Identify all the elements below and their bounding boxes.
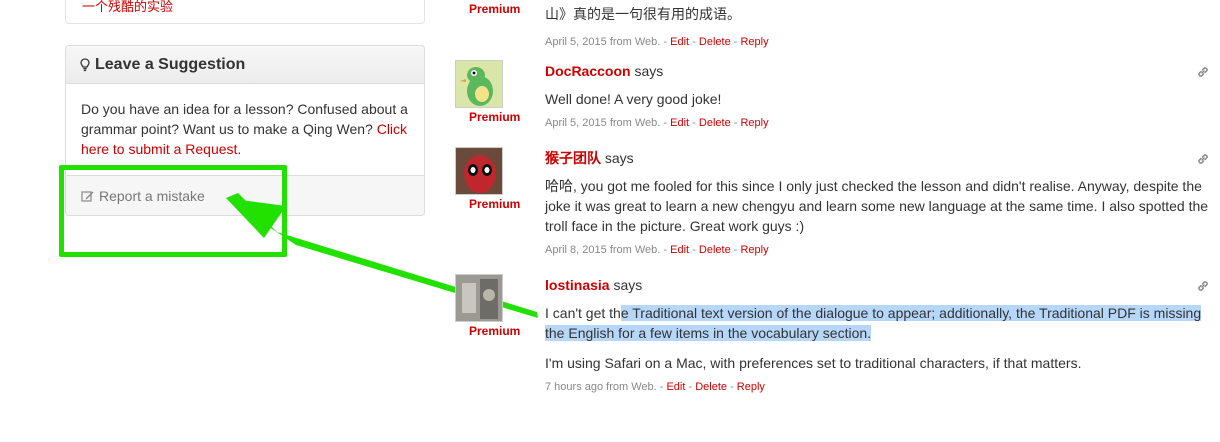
comment-text: 山》真的是一句很有用的成语。 [545, 6, 741, 22]
author-name[interactable]: 猴子团队 [545, 150, 601, 166]
comment-time: April 5, 2015 from Web. [545, 36, 661, 48]
panel-title: Leave a Suggestion [95, 55, 246, 73]
permalink-icon[interactable] [1196, 65, 1210, 79]
comment-meta: 7 hours ago from Web. - Edit - Delete - … [545, 381, 765, 393]
edit-link[interactable]: Edit [670, 244, 689, 256]
delete-link[interactable]: Delete [699, 244, 731, 256]
comment-text-plain: I can't get th [545, 305, 621, 321]
reply-link[interactable]: Reply [737, 381, 765, 393]
previous-widget: 一个残酷的实验 [65, 0, 425, 24]
says-label: says [604, 150, 634, 166]
comment-text: I can't get the Traditional text version… [545, 303, 1210, 343]
delete-link[interactable]: Delete [695, 381, 727, 393]
premium-badge: Premium [469, 197, 521, 211]
edit-link[interactable]: Edit [666, 381, 685, 393]
edit-link[interactable]: Edit [670, 117, 689, 129]
reply-link[interactable]: Reply [740, 36, 768, 48]
avatar [455, 147, 503, 195]
comment-meta: April 8, 2015 from Web. - Edit - Delete … [545, 244, 769, 256]
comment-author: 猴子团队 says [545, 149, 1210, 167]
reply-link[interactable]: Reply [740, 117, 768, 129]
selected-text: e Traditional text version of the dialog… [545, 305, 1202, 341]
comment-meta: April 5, 2015 from Web. - Edit - Delete … [545, 36, 769, 48]
premium-badge: Premium [469, 2, 521, 16]
avatar [455, 274, 503, 322]
annotation-highlight-box [59, 165, 287, 257]
comment-text: 哈哈, you got me fooled for this since I o… [545, 178, 1209, 234]
lightbulb-icon [80, 57, 90, 71]
comment-author: DocRaccoon says [545, 62, 1210, 80]
premium-badge: Premium [469, 110, 521, 124]
request-suffix: . [237, 141, 242, 157]
permalink-icon[interactable] [1196, 279, 1210, 293]
panel-text: Do you have an idea for a lesson? Confus… [81, 101, 408, 137]
panel-body: Do you have an idea for a lesson? Confus… [66, 84, 424, 175]
suggestion-panel-header: Leave a Suggestion [66, 46, 424, 84]
comment-time: April 5, 2015 from Web. [545, 117, 661, 129]
lesson-link[interactable]: 一个残酷的实验 [82, 0, 173, 15]
author-name[interactable]: DocRaccoon [545, 63, 631, 79]
author-name[interactable]: lostinasia [545, 277, 610, 293]
says-label: says [613, 277, 643, 293]
comment-text-2: I'm using Safari on a Mac, with preferen… [545, 355, 1082, 371]
reply-link[interactable]: Reply [740, 244, 768, 256]
edit-link[interactable]: Edit [670, 36, 689, 48]
comment-time: 7 hours ago from Web. [545, 381, 657, 393]
comment-time: April 8, 2015 from Web. [545, 244, 661, 256]
permalink-icon[interactable] [1196, 152, 1210, 166]
comment-author: lostinasia says [545, 276, 1210, 294]
comment-text: Well done! A very good joke! [545, 91, 722, 107]
comment-meta: April 5, 2015 from Web. - Edit - Delete … [545, 117, 769, 129]
delete-link[interactable]: Delete [699, 36, 731, 48]
says-label: says [634, 63, 664, 79]
premium-badge: Premium [469, 324, 521, 338]
delete-link[interactable]: Delete [699, 117, 731, 129]
avatar [455, 60, 503, 108]
